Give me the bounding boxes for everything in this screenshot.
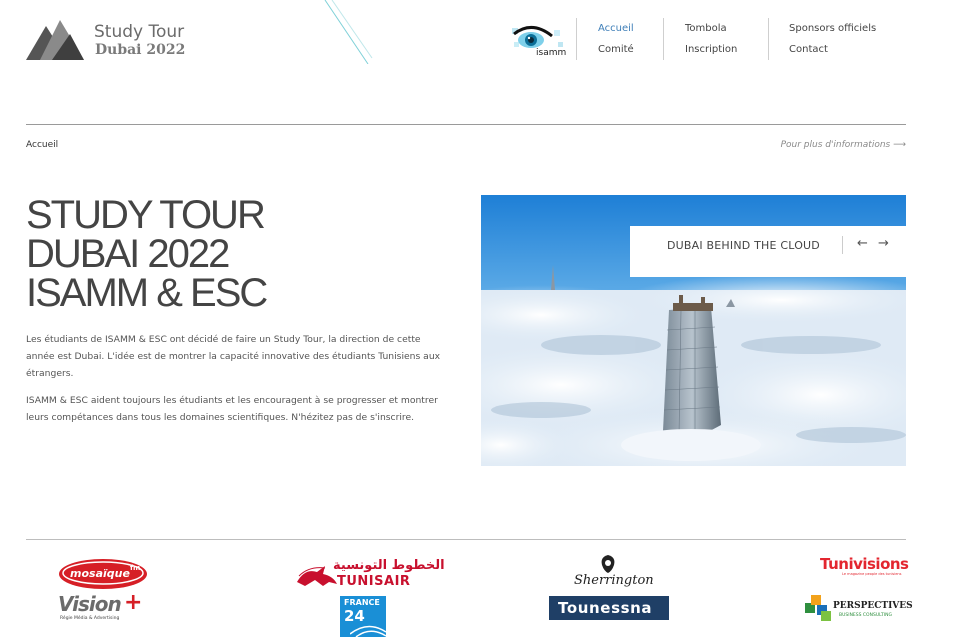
vision-logo-text: Vision [58, 592, 122, 616]
nav-link-accueil[interactable]: Accueil [598, 23, 634, 35]
slider-caption: DUBAI BEHIND THE CLOUD [667, 239, 820, 252]
nav-divider [768, 18, 769, 60]
tunisair-arabic-text: الخطوط التونسية [333, 558, 445, 573]
isamm-logo-label: isamm [536, 48, 567, 58]
tunivisions-logo[interactable]: Tunivisions Le magazine people des tunis… [820, 555, 910, 581]
brand-subtitle: Dubai 2022 [95, 42, 186, 58]
sherrington-logo[interactable]: Sherrington [570, 555, 654, 591]
sherrington-text: Sherrington [574, 573, 654, 588]
vision-plus-icon: + [124, 590, 143, 615]
vision-plus-logo[interactable]: Vision + Régie Média & Advertising [58, 590, 158, 624]
mosaique-fm-logo[interactable]: mosaïque fm [58, 557, 148, 591]
nav-link-inscription[interactable]: Inscription [685, 44, 737, 56]
nav-divider [576, 18, 577, 60]
divider [842, 236, 843, 254]
vision-tagline: Régie Média & Advertising [60, 616, 120, 621]
nav-link-tombola[interactable]: Tombola [685, 23, 727, 35]
breadcrumb[interactable]: Accueil [26, 140, 58, 150]
france24-text: FRANCE [344, 598, 380, 607]
tounessna-logo[interactable]: Tounessna [549, 596, 669, 620]
france24-logo[interactable]: FRANCE 24 [340, 596, 386, 637]
perspectives-tagline: BUSINESS CONSULTING [839, 613, 892, 618]
hero-title-line: ISAMM & ESC [26, 271, 268, 315]
slider-prev-arrow-icon[interactable]: ← [857, 237, 868, 251]
mosaique-fm-text: fm [130, 564, 141, 572]
tunivisions-tagline: Le magazine people des tunisiens [842, 572, 902, 576]
decorative-lines [324, 0, 373, 64]
nav-link-comite[interactable]: Comité [598, 44, 634, 56]
perspectives-logo[interactable]: PERSPECTIVES BUSINESS CONSULTING [805, 595, 913, 625]
waves-icon [350, 625, 386, 637]
tunisair-text: TUNISAIR [337, 574, 411, 589]
nav-link-sponsors[interactable]: Sponsors officiels [789, 23, 876, 35]
hero-title-line: DUBAI 2022 [26, 232, 230, 276]
tounessna-text: Tounessna [558, 599, 653, 617]
more-info-link[interactable]: Pour plus d'informations ⟶ [781, 140, 906, 150]
nav-link-contact[interactable]: Contact [789, 44, 828, 56]
perspectives-text: PERSPECTIVES [833, 601, 913, 611]
brand-title: Study Tour [94, 22, 185, 42]
study-tour-logo-icon[interactable] [26, 18, 84, 62]
isamm-logo[interactable]: isamm [510, 22, 568, 62]
hero-paragraph: ISAMM & ESC aident toujours les étudiant… [26, 395, 438, 423]
hero-title: STUDY TOUR DUBAI 2022 ISAMM & ESC [26, 193, 466, 315]
crest-icon [601, 555, 615, 573]
nav-divider [663, 18, 664, 60]
hero-title-line: STUDY TOUR [26, 193, 266, 237]
mosaique-logo-text: mosaïque [70, 567, 130, 580]
tunisair-logo[interactable]: الخطوط التونسية TUNISAIR [295, 558, 445, 592]
hero-paragraph: Les étudiants de ISAMM & ESC ont décidé … [26, 334, 441, 379]
squares-icon [805, 595, 831, 621]
tunivisions-text: Tunivisions [820, 555, 909, 573]
divider [26, 539, 906, 540]
divider [26, 124, 906, 125]
slider-next-arrow-icon[interactable]: → [878, 237, 889, 251]
